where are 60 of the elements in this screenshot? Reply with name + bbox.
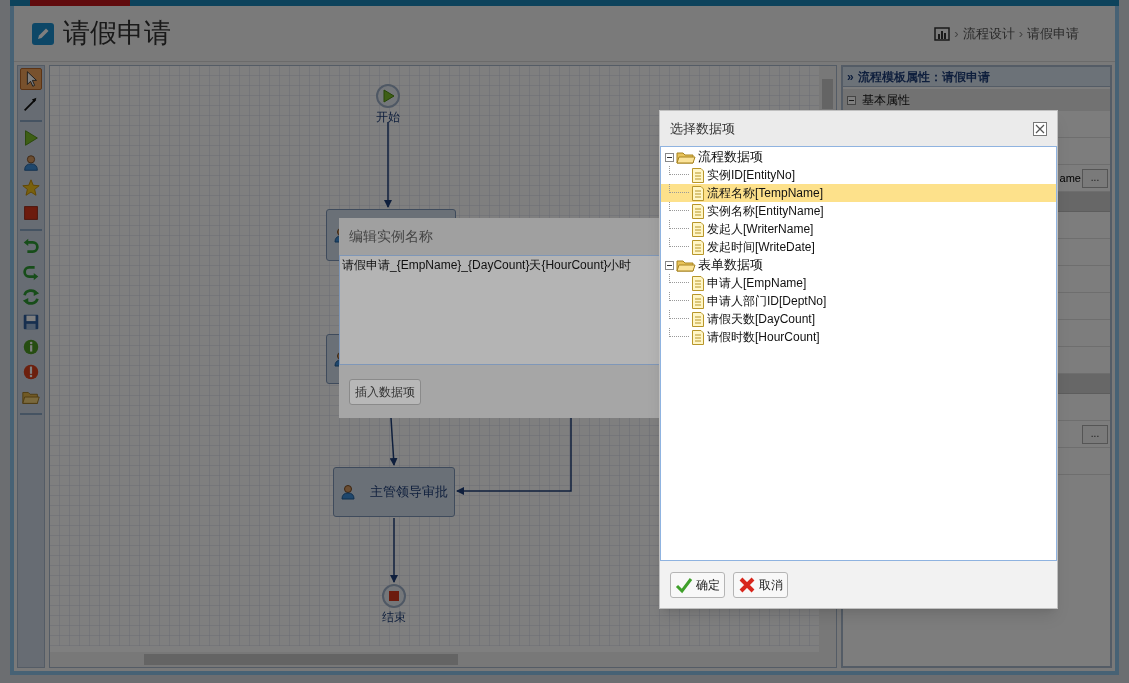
tree-item[interactable]: 请假时数[HourCount] [661, 328, 1056, 346]
edit-icon [32, 22, 54, 45]
dialog-title: 选择数据项 [670, 119, 736, 138]
star-icon [21, 177, 41, 199]
cancel-button[interactable]: 取消 [733, 571, 788, 598]
instance-name-field[interactable]: 请假申请_{EmpName}_{DayCount}天{HourCount}小时 [339, 255, 661, 365]
tool-button[interactable] [20, 286, 42, 308]
field-text: ame [1059, 170, 1081, 186]
document-icon [692, 221, 704, 237]
breadcrumb-separator: › [1018, 24, 1023, 43]
section-title: 基本属性 [862, 92, 910, 109]
tree-item[interactable]: 请假天数[DayCount] [661, 310, 1056, 328]
play-icon [381, 89, 395, 103]
tool-button[interactable] [20, 68, 42, 90]
dialog-title: 编辑实例名称 [349, 227, 433, 246]
chevron-icon: » [847, 67, 854, 86]
collapse-icon[interactable] [665, 152, 674, 162]
tree-item[interactable]: 实例名称[EntityName] [661, 202, 1056, 220]
tree-item[interactable]: 流程数据项 [661, 148, 1056, 166]
ok-button[interactable]: 确定 [670, 571, 725, 598]
document-icon [692, 311, 704, 327]
refresh-icon [21, 286, 41, 308]
chart-icon[interactable] [934, 26, 951, 41]
node-label: 结束 [381, 609, 407, 626]
close-icon [1035, 123, 1045, 134]
insert-data-button[interactable]: 插入数据项 [349, 378, 421, 405]
tree-item[interactable]: 申请人[EmpName] [661, 274, 1056, 292]
panel-title: 流程模板属性：请假申请 [857, 68, 990, 86]
tree-item[interactable]: 发起人[WriterName] [661, 220, 1056, 238]
document-icon [692, 185, 704, 201]
stop-icon [387, 589, 401, 603]
document-icon [692, 167, 704, 183]
user-icon [340, 484, 356, 500]
folder-icon [676, 258, 696, 272]
tool-button[interactable] [20, 177, 42, 199]
tree-item[interactable]: 发起时间[WriteDate] [661, 238, 1056, 256]
document-icon [692, 329, 704, 345]
connector-arrow [389, 417, 398, 466]
check-icon [675, 575, 693, 594]
user-icon [21, 152, 41, 174]
collapse-icon[interactable] [665, 260, 674, 270]
cross-icon [738, 575, 756, 594]
node-label: 主管领导审批 [370, 483, 448, 502]
close-button[interactable] [1033, 121, 1047, 136]
page-title: 请假申请 [63, 17, 171, 51]
tree-item[interactable]: 表单数据项 [661, 256, 1056, 274]
document-icon [692, 293, 704, 309]
browse-button[interactable]: ... [1082, 424, 1108, 444]
document-icon [692, 239, 704, 255]
browse-button[interactable]: ... [1082, 168, 1108, 188]
document-icon [692, 275, 704, 291]
tree-item[interactable]: 申请人部门ID[DeptNo] [661, 292, 1056, 310]
document-icon [692, 203, 704, 219]
tree-item[interactable]: 流程名称[TempName] [661, 184, 1056, 202]
folder-icon [676, 150, 696, 164]
tree-item[interactable]: 实例ID[EntityNo] [661, 166, 1056, 184]
horizontal-scrollbar[interactable] [50, 652, 836, 667]
breadcrumb-separator: › [954, 24, 959, 43]
node-label: 开始 [375, 109, 401, 126]
connector-arrow [390, 517, 398, 583]
